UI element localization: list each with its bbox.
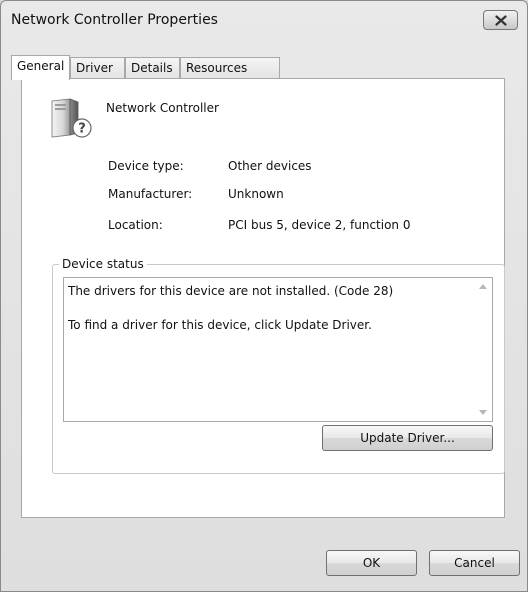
- device-status-legend: Device status: [59, 257, 147, 271]
- title-bar[interactable]: Network Controller Properties: [1, 1, 527, 41]
- properties-dialog: Network Controller Properties General Dr…: [0, 0, 528, 592]
- tab-details[interactable]: Details: [125, 57, 180, 79]
- tab-label: Details: [131, 61, 173, 75]
- svg-text:?: ?: [78, 122, 86, 137]
- tab-general[interactable]: General: [11, 55, 70, 80]
- unknown-device-icon: ?: [51, 98, 92, 138]
- tab-label: General: [17, 59, 65, 73]
- window-title: Network Controller Properties: [11, 12, 218, 28]
- device-type-label: Device type:: [108, 159, 184, 173]
- location-value: PCI bus 5, device 2, function 0: [228, 218, 411, 232]
- tab-label: Driver: [76, 61, 113, 75]
- status-message: The drivers for this device are not inst…: [68, 284, 394, 298]
- cancel-button[interactable]: Cancel: [429, 550, 520, 576]
- general-tab-panel: ? Network Controller Device type: Other …: [21, 78, 505, 518]
- close-button[interactable]: [483, 10, 518, 30]
- scroll-up-arrow-icon[interactable]: [479, 284, 487, 289]
- device-name: Network Controller: [106, 101, 219, 115]
- scroll-down-arrow-icon[interactable]: [479, 410, 487, 415]
- location-label: Location:: [108, 218, 163, 232]
- tab-label: Resources: [186, 61, 248, 75]
- device-type-value: Other devices: [228, 159, 312, 173]
- update-driver-button[interactable]: Update Driver...: [322, 425, 493, 451]
- vertical-scrollbar[interactable]: [475, 278, 492, 421]
- tab-driver[interactable]: Driver: [70, 57, 125, 79]
- device-status-group: Device status The drivers for this devic…: [52, 257, 505, 474]
- close-icon: [495, 15, 507, 26]
- tab-resources[interactable]: Resources: [180, 57, 280, 79]
- status-hint: To find a driver for this device, click …: [68, 318, 372, 332]
- manufacturer-value: Unknown: [228, 187, 284, 201]
- ok-button[interactable]: OK: [326, 550, 417, 576]
- manufacturer-label: Manufacturer:: [108, 187, 193, 201]
- device-status-textbox[interactable]: The drivers for this device are not inst…: [63, 277, 493, 422]
